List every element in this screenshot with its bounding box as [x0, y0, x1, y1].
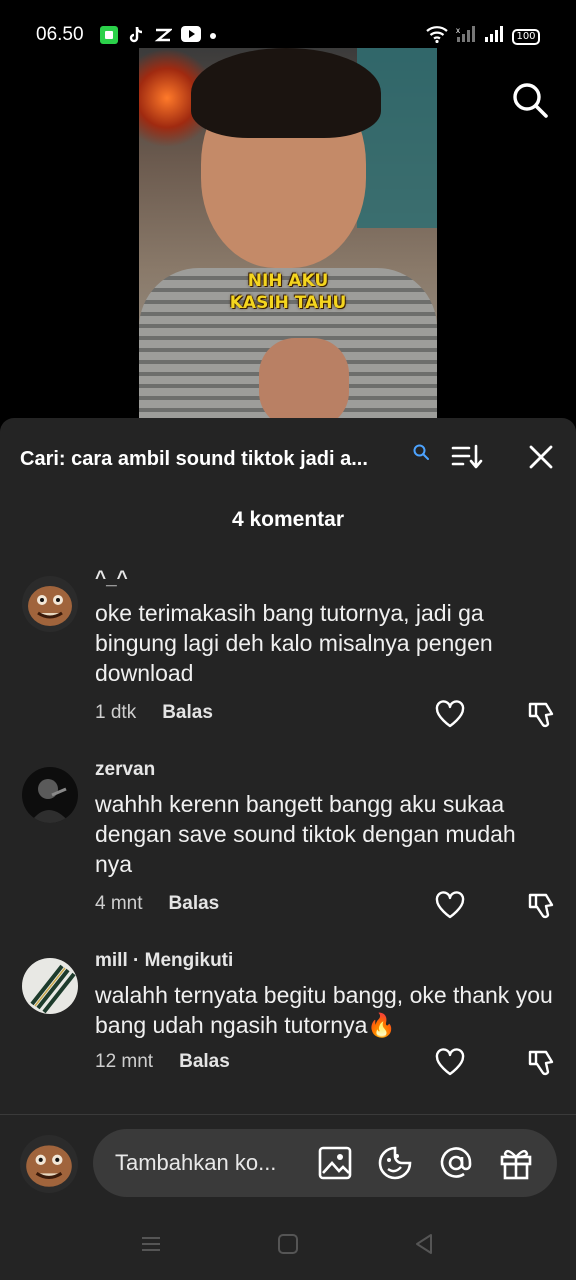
avatar[interactable]	[22, 958, 78, 1014]
sort-icon[interactable]	[450, 442, 484, 472]
comment-text: wahhh kerenn bangett bangg aku sukaa den…	[95, 791, 516, 877]
comment-username[interactable]: ^_^	[95, 568, 128, 590]
reply-button[interactable]: Balas	[162, 702, 213, 724]
comments-header: Cari: cara ambil sound tiktok jadi a...	[0, 418, 576, 498]
capcut-icon	[154, 26, 174, 44]
search-query-link[interactable]: Cari: cara ambil sound tiktok jadi a...	[20, 448, 368, 471]
search-icon[interactable]	[510, 80, 550, 120]
home-nav-icon[interactable]	[276, 1232, 300, 1256]
video-caption-line2: KASIH TAHU	[229, 293, 347, 313]
comment-count: 4 komentar	[231, 508, 345, 531]
video-player[interactable]: NIH AKU KASIH TAHU	[139, 48, 437, 420]
wifi-icon	[426, 25, 448, 48]
video-caption-line1: NIH AKU	[247, 271, 329, 291]
heart-icon[interactable]	[435, 891, 465, 919]
tiktok-icon	[127, 26, 145, 44]
comment-username[interactable]: mill · Mengikuti	[95, 950, 233, 972]
heart-icon[interactable]	[435, 700, 465, 728]
comment-input-placeholder[interactable]: Tambahkan ko...	[115, 1150, 276, 1176]
back-nav-icon[interactable]	[412, 1232, 436, 1256]
youtube-icon	[181, 26, 201, 44]
video-person-hair	[191, 48, 381, 138]
comment-time: 12 mnt	[95, 1051, 154, 1072]
comment-username[interactable]: zervan	[95, 759, 155, 781]
mention-icon[interactable]	[438, 1145, 474, 1181]
system-nav-bar	[0, 1220, 576, 1270]
chat-app-icon	[100, 26, 118, 44]
menu-nav-icon[interactable]	[139, 1232, 163, 1256]
search-query-icon[interactable]	[412, 443, 430, 461]
image-icon[interactable]	[317, 1145, 353, 1181]
video-person-hand	[259, 338, 349, 420]
comment-meta: 1 dtk Balas	[95, 702, 213, 724]
avatar[interactable]	[22, 767, 78, 823]
comment-text: oke terimakasih bang tutornya, jadi ga b…	[95, 600, 493, 686]
status-right: x 100	[426, 25, 540, 48]
dot-icon	[208, 26, 226, 44]
comment-meta: 12 mnt Balas	[95, 1051, 230, 1073]
dislike-icon[interactable]	[526, 700, 556, 730]
reply-button[interactable]: Balas	[179, 1051, 230, 1073]
comment-text: walahh ternyata begitu bangg, oke thank …	[95, 982, 553, 1038]
comment-time: 1 dtk	[95, 702, 137, 723]
status-time: 06.50	[36, 24, 84, 45]
gift-icon[interactable]	[498, 1145, 534, 1181]
dislike-icon[interactable]	[526, 1048, 556, 1078]
avatar[interactable]	[22, 576, 78, 632]
video-caption: NIH AKU KASIH TAHU	[139, 270, 437, 314]
comment-meta: 4 mnt Balas	[95, 893, 219, 915]
emoji-icon[interactable]	[377, 1145, 413, 1181]
comment-item: ^_^ oke terimakasih bang tutornya, jadi …	[0, 568, 576, 738]
signal-icon-2	[484, 25, 504, 48]
svg-text:x: x	[456, 26, 460, 35]
comment-item: mill · Mengikuti walahh ternyata begitu …	[0, 950, 576, 1090]
comment-item: zervan wahhh kerenn bangett bangg aku su…	[0, 759, 576, 929]
dislike-icon[interactable]	[526, 891, 556, 921]
comment-input[interactable]: Tambahkan ko...	[93, 1129, 557, 1197]
close-icon[interactable]	[526, 442, 556, 472]
battery-icon: 100	[512, 28, 540, 45]
status-app-icons	[100, 26, 226, 44]
comment-time: 4 mnt	[95, 893, 143, 914]
reply-button[interactable]: Balas	[169, 893, 220, 915]
signal-icon-1: x	[456, 25, 476, 48]
heart-icon[interactable]	[435, 1048, 465, 1076]
my-avatar[interactable]	[20, 1135, 78, 1193]
